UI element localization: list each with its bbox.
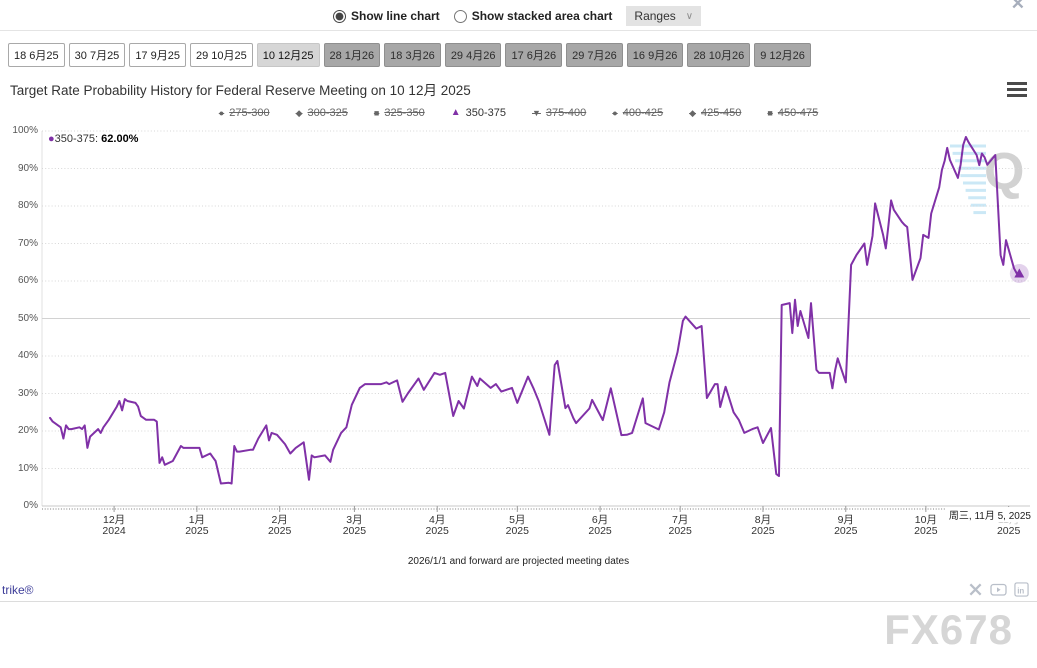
social-links: in <box>968 582 1029 597</box>
tooltip-marker-icon: ● <box>48 133 55 145</box>
y-axis-label-0%: 0% <box>0 500 38 511</box>
probability-line-chart[interactable] <box>0 0 1037 668</box>
crosshair-date-label: 周三, 11月 5, 2025 <box>946 507 1034 522</box>
y-axis-label-10%: 10% <box>0 463 38 474</box>
x-axis-year-label: 2024 <box>79 525 149 537</box>
x-axis-year-label: 2025 <box>645 525 715 537</box>
x-axis-year-label: 2025 <box>565 525 635 537</box>
youtube-icon[interactable] <box>990 582 1007 597</box>
y-axis-label-50%: 50% <box>0 313 38 324</box>
projected-dates-note: 2026/1/1 and forward are projected meeti… <box>0 556 1037 567</box>
x-axis-year-label: 2025 <box>245 525 315 537</box>
tooltip-label: ●350-375: 62.00% <box>46 133 140 145</box>
svg-text:in: in <box>1017 586 1024 595</box>
y-axis-label-70%: 70% <box>0 238 38 249</box>
y-axis-label-20%: 20% <box>0 425 38 436</box>
y-axis-label-80%: 80% <box>0 200 38 211</box>
y-axis-label-40%: 40% <box>0 350 38 361</box>
y-axis-label-30%: 30% <box>0 388 38 399</box>
x-axis-year-label: 2025 <box>891 525 961 537</box>
tooltip-value: 62.00% <box>101 133 138 145</box>
y-axis-label-60%: 60% <box>0 275 38 286</box>
x-axis-year-label: 2025 <box>402 525 472 537</box>
x-axis-year-label: 2025 <box>728 525 798 537</box>
y-axis-label-90%: 90% <box>0 163 38 174</box>
linkedin-icon[interactable]: in <box>1014 582 1029 597</box>
fedwatch-probability-page: Show line chart Show stacked area chart … <box>0 0 1037 668</box>
x-axis-year-label: 2025 <box>974 525 1037 537</box>
x-axis-year-label: 2025 <box>482 525 552 537</box>
y-axis-label-100%: 100% <box>0 125 38 136</box>
x-axis-year-label: 2025 <box>811 525 881 537</box>
x-axis-year-label: 2025 <box>162 525 232 537</box>
x-twitter-icon[interactable] <box>968 582 983 597</box>
tooltip-series: 350-375 <box>55 133 95 145</box>
series-line-350-375 <box>50 137 1019 484</box>
x-axis-year-label: 2025 <box>319 525 389 537</box>
